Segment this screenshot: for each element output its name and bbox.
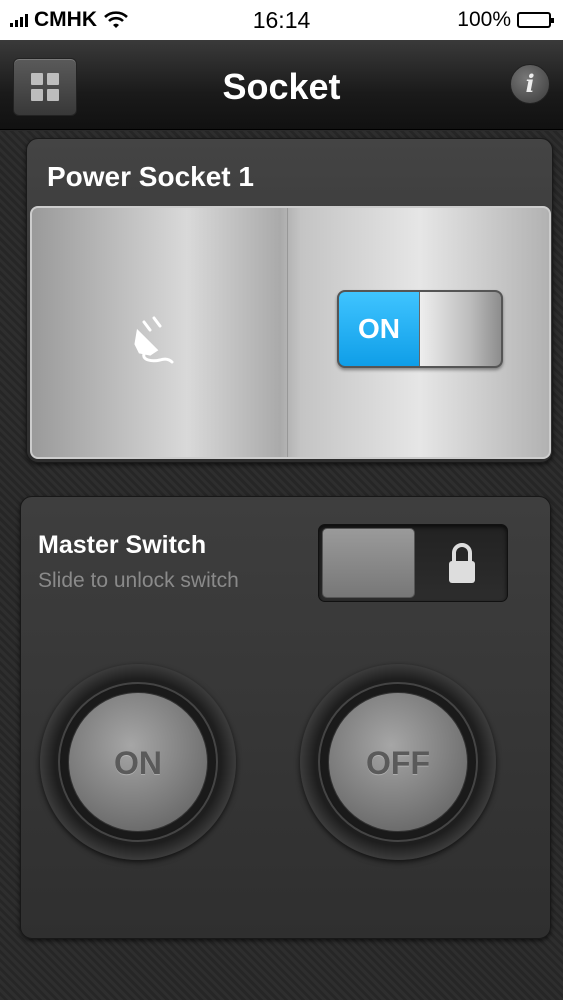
master-switch-subtitle: Slide to unlock switch (38, 569, 239, 592)
lock-icon (449, 543, 475, 583)
wifi-icon (104, 11, 128, 28)
socket-card: ON (30, 206, 551, 459)
info-button[interactable]: i (510, 64, 550, 104)
plug-icon (134, 316, 174, 364)
socket-divider (287, 208, 288, 457)
socket-panel: Power Socket 1 ON (26, 138, 553, 463)
unlock-slider-knob[interactable] (322, 528, 415, 598)
toggle-knob[interactable] (419, 292, 501, 366)
status-bar: CMHK 16:14 100% (0, 0, 563, 40)
master-switch-title: Master Switch (38, 531, 207, 559)
master-off-button[interactable]: OFF (300, 664, 496, 860)
signal-icon (10, 13, 28, 27)
battery-icon (517, 12, 554, 28)
socket-power-toggle[interactable]: ON (337, 290, 503, 368)
master-on-button[interactable]: ON (40, 664, 236, 860)
unlock-slider[interactable] (318, 524, 508, 602)
page-title: Socket (222, 66, 341, 107)
toggle-on-label: ON (339, 292, 419, 366)
socket-title: Power Socket 1 (47, 161, 254, 192)
on-button-face[interactable]: ON (68, 692, 208, 832)
nav-bar: Socket i (0, 40, 563, 130)
status-right: 100% (457, 8, 554, 32)
status-left: CMHK (10, 8, 129, 32)
off-button-face[interactable]: OFF (328, 692, 468, 832)
carrier-label: CMHK (34, 8, 97, 31)
info-icon: i (525, 69, 535, 98)
battery-percent: 100% (457, 8, 511, 31)
status-time: 16:14 (252, 6, 311, 33)
